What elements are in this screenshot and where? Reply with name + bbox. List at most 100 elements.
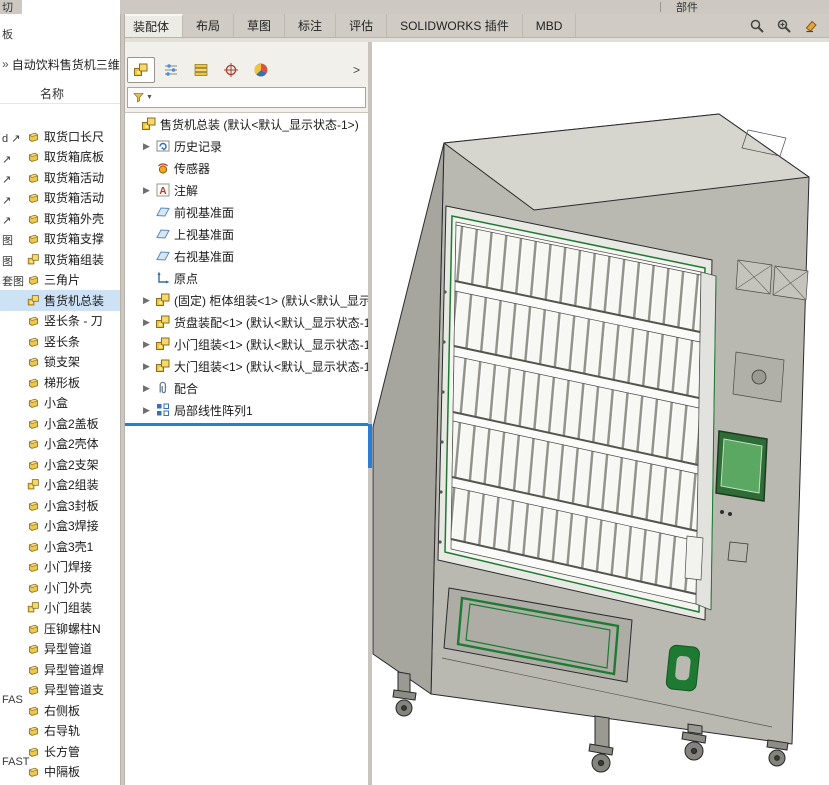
expand-arrow[interactable]: ▶ bbox=[143, 361, 155, 372]
tab-assembly[interactable]: 装配体 bbox=[120, 14, 183, 37]
feature-label: 小门组装<1> (默认<默认_显示状态-1>) bbox=[174, 336, 368, 353]
file-list-item[interactable]: 取货箱活动 bbox=[0, 188, 120, 209]
filter-icon bbox=[132, 91, 145, 104]
propertymanager-tab[interactable] bbox=[157, 57, 185, 83]
file-name: 取货箱支撑 bbox=[44, 230, 104, 247]
displaymanager-tab[interactable] bbox=[247, 57, 275, 83]
tab-sketch[interactable]: 草图 bbox=[234, 14, 285, 37]
bill-slot[interactable] bbox=[685, 536, 703, 580]
display-screen[interactable] bbox=[721, 439, 762, 493]
file-name: 锁支架 bbox=[44, 353, 80, 370]
file-list-item[interactable]: 小盒2组装 bbox=[0, 475, 120, 496]
magnifier-icon[interactable] bbox=[749, 18, 765, 34]
file-list-item[interactable]: 锁支架 bbox=[0, 352, 120, 373]
file-list-item[interactable]: 右导轨 bbox=[0, 721, 120, 742]
feature-tree-item[interactable]: ▶货盘装配<1> (默认<默认_显示状态-1>) bbox=[125, 311, 368, 333]
chevron-down-icon[interactable]: ▼ bbox=[146, 94, 153, 101]
file-list-item[interactable]: 取货箱外壳 bbox=[0, 208, 120, 229]
feature-tree-item[interactable]: 传感器 bbox=[125, 157, 368, 179]
file-list-item[interactable]: 长方管 bbox=[0, 741, 120, 762]
tab-annotation[interactable]: 标注 bbox=[285, 14, 336, 37]
file-list-item[interactable]: 竖长条 - 刀 bbox=[0, 311, 120, 332]
file-list-item[interactable]: 小盒2支架 bbox=[0, 454, 120, 475]
feature-tree-item[interactable]: ▶(固定) 柜体组装<1> (默认<默认_显示状态-1>) bbox=[125, 289, 368, 311]
file-list-item[interactable]: 梯形板 bbox=[0, 372, 120, 393]
eraser-icon[interactable] bbox=[803, 18, 819, 34]
file-list-item[interactable]: 小盒2壳体 bbox=[0, 434, 120, 455]
file-list-item[interactable]: 压铆螺柱N bbox=[0, 618, 120, 639]
featuremanager-tab[interactable] bbox=[127, 57, 155, 83]
file-list-item[interactable]: 中隔板 bbox=[0, 762, 120, 783]
tab-evaluate[interactable]: 评估 bbox=[336, 14, 387, 37]
tab-overflow-chevron[interactable]: > bbox=[353, 63, 360, 77]
file-list-item[interactable]: 小盒3壳1 bbox=[0, 536, 120, 557]
expand-arrow[interactable]: ▶ bbox=[143, 339, 155, 350]
feature-tree-item[interactable]: ▶ 小门组装<1> (默认<默认_显示状态-1>) bbox=[125, 333, 368, 355]
name-column-header[interactable]: 名称 bbox=[0, 84, 120, 104]
file-list-item[interactable]: 取货箱支撑 bbox=[0, 229, 120, 250]
part-icon bbox=[27, 519, 40, 532]
machine-left-face[interactable] bbox=[373, 143, 444, 694]
tab-layout[interactable]: 布局 bbox=[183, 14, 234, 37]
button-dot[interactable] bbox=[728, 512, 732, 516]
rollback-bar[interactable] bbox=[125, 423, 368, 426]
file-list-item-selected[interactable]: 售货机总装 bbox=[0, 290, 120, 311]
feature-tree-item[interactable]: 上视基准面 bbox=[125, 223, 368, 245]
feature-label: 右视基准面 bbox=[174, 248, 234, 265]
file-list-item[interactable]: 小门焊接 bbox=[0, 557, 120, 578]
expand-arrow[interactable]: ▶ bbox=[143, 317, 155, 328]
file-list-item[interactable]: 小门外壳 bbox=[0, 577, 120, 598]
expand-arrow[interactable]: ▶ bbox=[143, 141, 155, 152]
file-list-item[interactable]: 异型管道焊 bbox=[0, 659, 120, 680]
tree-filter-field[interactable]: ▼ bbox=[127, 87, 366, 108]
door-handle[interactable] bbox=[666, 645, 700, 692]
vending-machine-model[interactable] bbox=[372, 42, 829, 785]
configurationmanager-tab[interactable] bbox=[187, 57, 215, 83]
panel-splitter-left[interactable] bbox=[120, 14, 125, 785]
expand-arrow[interactable]: ▶ bbox=[143, 295, 155, 306]
file-list-item[interactable]: 小盒3焊接 bbox=[0, 516, 120, 537]
feature-tree-item[interactable]: 右视基准面 bbox=[125, 245, 368, 267]
feature-tree-item[interactable]: ▶大门组装<1> (默认<默认_显示状态-1>) bbox=[125, 355, 368, 377]
assembly-icon bbox=[27, 478, 40, 491]
file-list-item[interactable]: 取货箱活动 bbox=[0, 167, 120, 188]
magnifier-area-icon[interactable] bbox=[776, 18, 792, 34]
button-dot[interactable] bbox=[720, 510, 724, 514]
file-list-item[interactable]: 取货箱组装 bbox=[0, 249, 120, 270]
tab-solidworks-addins[interactable]: SOLIDWORKS 插件 bbox=[387, 14, 523, 37]
feature-tree-item[interactable]: 前视基准面 bbox=[125, 201, 368, 223]
file-list-item[interactable]: 小盒 bbox=[0, 393, 120, 414]
file-name: 长方管 bbox=[44, 743, 80, 760]
file-list-item[interactable]: 三角片 bbox=[0, 270, 120, 291]
file-list-item[interactable]: 小盒2盖板 bbox=[0, 413, 120, 434]
feature-tree-item[interactable]: ▶历史记录 bbox=[125, 135, 368, 157]
part-icon bbox=[27, 765, 40, 778]
panel-splitter-right[interactable] bbox=[368, 42, 372, 785]
feature-tree-item[interactable]: ▶局部线性阵列1 bbox=[125, 399, 368, 421]
file-list-item[interactable]: 小门组装 bbox=[0, 598, 120, 619]
edge-fragment: 板 bbox=[2, 26, 13, 42]
part-icon bbox=[27, 191, 40, 204]
file-list-item[interactable]: 竖长条 bbox=[0, 331, 120, 352]
file-list-item[interactable]: 取货箱底板 bbox=[0, 147, 120, 168]
coin-slot[interactable] bbox=[752, 370, 766, 384]
file-list-item[interactable]: 异型管道支 bbox=[0, 680, 120, 701]
feature-tree-root[interactable]: 售货机总装 (默认<默认_显示状态-1>) bbox=[125, 113, 368, 135]
file-list-item[interactable]: 小盒3封板 bbox=[0, 495, 120, 516]
feature-tree-item[interactable]: ▶注解 bbox=[125, 179, 368, 201]
expand-arrow[interactable]: ▶ bbox=[143, 405, 155, 416]
graphics-viewport[interactable] bbox=[372, 42, 829, 785]
part-icon bbox=[27, 417, 40, 430]
file-list-item[interactable]: 异型管道 bbox=[0, 639, 120, 660]
feature-tree-item[interactable]: ▶配合 bbox=[125, 377, 368, 399]
tab-mbd[interactable]: MBD bbox=[523, 14, 577, 37]
expand-arrow[interactable]: ▶ bbox=[143, 185, 155, 196]
feature-tree-item[interactable]: 原点 bbox=[125, 267, 368, 289]
breadcrumb[interactable]: » 自动饮料售货机三维 bbox=[0, 54, 120, 74]
dimxpertmanager-tab[interactable] bbox=[217, 57, 245, 83]
expand-arrow[interactable]: ▶ bbox=[143, 383, 155, 394]
pattern-icon bbox=[155, 402, 171, 418]
file-list-item[interactable]: 取货口长尺 bbox=[0, 126, 120, 147]
file-list-item[interactable]: 右侧板 bbox=[0, 700, 120, 721]
splitter-handle[interactable] bbox=[368, 424, 372, 468]
